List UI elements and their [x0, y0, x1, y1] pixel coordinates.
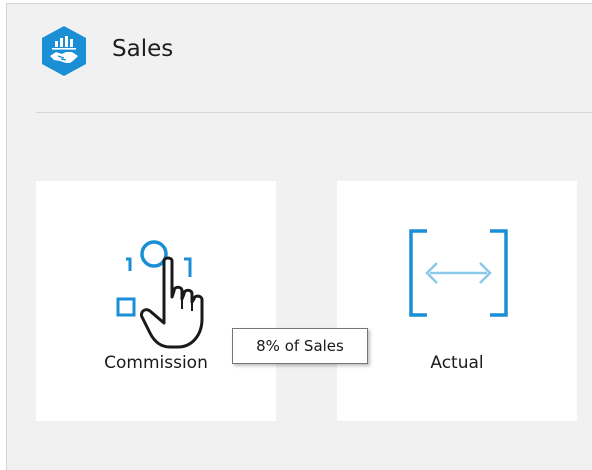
commission-tooltip: 8% of Sales [232, 328, 368, 364]
tile-actual[interactable]: Actual [337, 181, 577, 421]
tile-actual-label: Actual [430, 353, 484, 373]
app-title: Sales [112, 36, 174, 62]
header-divider [36, 112, 592, 113]
hand-pointer-icon [140, 256, 204, 349]
bracket-arrows-icon [409, 229, 508, 317]
sales-handshake-icon [42, 26, 86, 76]
